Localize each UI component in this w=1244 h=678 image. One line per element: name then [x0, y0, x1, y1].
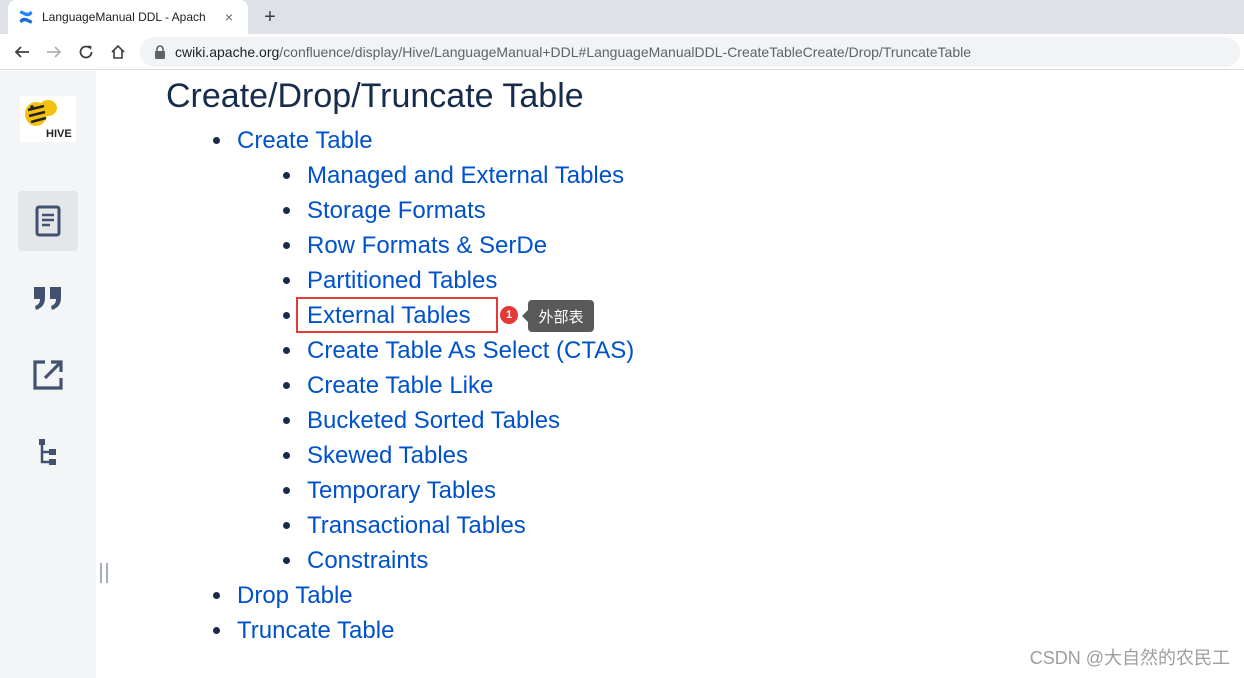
browser-tabstrip: LanguageManual DDL - Apach × + [0, 0, 1244, 34]
toc-bullet [283, 207, 290, 214]
toc-bullet [283, 557, 290, 564]
toc-bullet [283, 242, 290, 249]
toc-link[interactable]: Drop Table [237, 578, 353, 613]
toc-bullet [283, 172, 290, 179]
toc-link[interactable]: Transactional Tables [307, 508, 526, 543]
toc-link[interactable]: Bucketed Sorted Tables [307, 403, 560, 438]
toc-bullet [213, 137, 220, 144]
quote-icon [34, 287, 61, 310]
toc-link[interactable]: Create Table As Select (CTAS) [307, 333, 634, 368]
toc-bullet [283, 312, 290, 319]
toc-link[interactable]: Managed and External Tables [307, 158, 624, 193]
browser-tab[interactable]: LanguageManual DDL - Apach × [8, 0, 248, 34]
forward-arrow-icon [47, 46, 62, 58]
toc-link[interactable]: Storage Formats [307, 193, 486, 228]
pages-button[interactable] [18, 191, 78, 251]
hive-logo[interactable]: HIVE [20, 96, 76, 142]
toc-bullet [283, 347, 290, 354]
page-content: Create/Drop/Truncate Table Create Table M… [96, 71, 1244, 678]
hive-logo-text: HIVE [46, 128, 72, 140]
toc-link[interactable]: Create Table [237, 123, 373, 158]
back-button[interactable] [10, 40, 34, 64]
reload-icon [79, 45, 93, 59]
toc-link[interactable]: Create Table Like [307, 368, 493, 403]
tab-title: LanguageManual DDL - Apach [42, 10, 206, 24]
toc-link[interactable]: Row Formats & SerDe [307, 228, 547, 263]
reload-button[interactable] [74, 40, 98, 64]
section-heading: Create/Drop/Truncate Table [166, 77, 584, 115]
space-sidebar: HIVE [0, 71, 96, 678]
tab-close-icon[interactable]: × [220, 8, 238, 26]
hierarchy-icon [39, 439, 56, 465]
toc-link[interactable]: Partitioned Tables [307, 263, 497, 298]
annotation-marker: 1 [500, 306, 518, 324]
url-text: cwiki.apache.org/confluence/display/Hive… [175, 44, 971, 60]
confluence-favicon-icon [19, 10, 33, 24]
highlight-box [296, 297, 498, 333]
blog-button[interactable] [18, 268, 78, 328]
toc-bullet [283, 487, 290, 494]
back-arrow-icon [14, 46, 29, 58]
pages-icon [35, 205, 61, 237]
hive-logo-icon: HIVE [25, 100, 74, 140]
toc-link[interactable]: Temporary Tables [307, 473, 496, 508]
new-tab-button[interactable]: + [258, 5, 282, 29]
annotation-tooltip: 外部表 [522, 300, 594, 332]
home-button[interactable] [106, 40, 130, 64]
toc-bullet [213, 627, 220, 634]
address-bar[interactable]: cwiki.apache.org/confluence/display/Hive… [140, 37, 1240, 67]
watermark: CSDN @大自然的农民工 [1029, 648, 1230, 668]
home-icon [111, 44, 125, 59]
toc-bullet [213, 592, 220, 599]
toc-bullet [283, 522, 290, 529]
toc-link[interactable]: Constraints [307, 543, 428, 578]
url-path: /confluence/display/Hive/LanguageManual+… [279, 44, 972, 60]
url-host: cwiki.apache.org [175, 44, 280, 60]
page-tree-button[interactable] [18, 422, 78, 482]
toc-bullet [283, 277, 290, 284]
toc-link[interactable]: Skewed Tables [307, 438, 468, 473]
browser-toolbar: cwiki.apache.org/confluence/display/Hive… [0, 34, 1244, 70]
toc-bullet [283, 417, 290, 424]
share-icon [33, 360, 63, 390]
share-button[interactable] [18, 345, 78, 405]
toc-bullet [283, 452, 290, 459]
toc-link[interactable]: Truncate Table [237, 613, 394, 648]
toc-bullet [283, 382, 290, 389]
forward-button[interactable] [42, 40, 66, 64]
lock-icon [155, 45, 165, 59]
